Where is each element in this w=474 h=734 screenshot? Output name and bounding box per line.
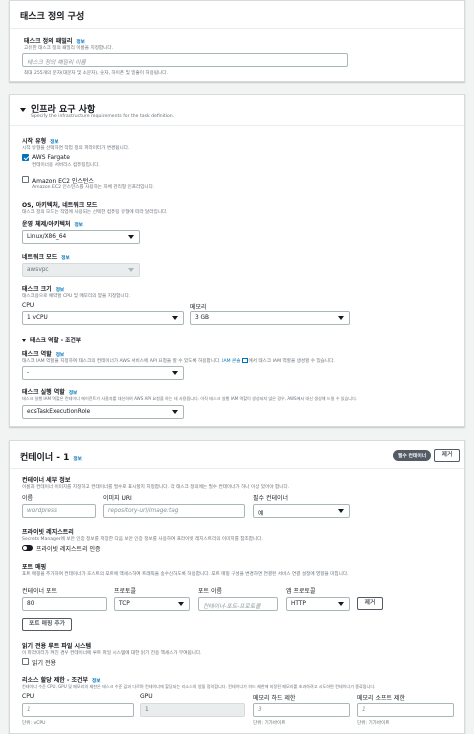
private-registry-label: 프라이빗 레지스트리 (22, 529, 74, 536)
readonly-fs-label: 읽기 전용 루트 파일 시스템 (22, 643, 92, 650)
port-mapping-label: 포트 매핑 (22, 564, 47, 571)
network-mode-label: 네트워크 모드 정보 (22, 254, 70, 261)
external-link-icon (241, 358, 248, 363)
network-mode-select: awsvpc (22, 263, 140, 277)
port-mapping-desc: 포트 매핑을 추가하여 컨테이너가 호스트의 포트에 액세스하여 트래픽을 송수… (22, 572, 349, 577)
exec-role-select[interactable]: ecsTaskExecutionRole (22, 405, 184, 419)
chevron-down-icon (338, 509, 344, 513)
chevron-down-icon (338, 602, 344, 606)
res-gpu-label: GPU (140, 693, 153, 700)
chevron-down-icon (128, 268, 134, 272)
essential-label: 필수 컨테이너 (253, 495, 289, 502)
family-help: 최대 255개의 문자(대문자 및 소문자), 숫자, 하이픈 및 밑줄이 허용… (24, 71, 168, 76)
family-input[interactable]: 태스크 정의 패밀리 이름 (22, 53, 348, 67)
name-input[interactable]: wordpress (22, 504, 96, 518)
resource-limits-label: 리소스 할당 제한 - 조건부 정보 (22, 677, 101, 684)
protocol-select[interactable]: TCP (114, 597, 190, 611)
collapse-icon (22, 339, 26, 342)
protocol-label: 프로토콜 (114, 588, 137, 595)
info-link[interactable]: 정보 (73, 457, 81, 462)
os-desc: 태스크 정의 모드는 작업에 사용되는 선택한 컴퓨팅 유형에 따라 달라집니다… (22, 210, 168, 215)
task-role-section-toggle[interactable]: 태스크 역할 - 조건부 (22, 335, 81, 344)
chevron-down-icon (172, 410, 178, 414)
chevron-down-icon (172, 316, 178, 320)
details-desc: 이름과 컨테이너 이미지를 지정하고 컨테이너를 필수로 표시할지 지정합니다.… (22, 485, 290, 490)
app-protocol-label: 앱 프로토콜 (286, 588, 316, 595)
task-size-label: 태스크 크기 정보 (22, 286, 65, 293)
port-name-input[interactable]: 컨테이너-포트-프로토콜 (198, 597, 278, 611)
image-input[interactable]: repository-url/image:tag (103, 504, 245, 518)
launch-type-label: 시작 유형 정보 (22, 138, 59, 145)
family-label: 태스크 정의 패밀리 정보 (24, 38, 85, 45)
readonly-fs-desc: 이 파라미터가 켜진 경우 컨테이너에 루트 파일 시스템에 대한 읽기 전용 … (22, 651, 202, 656)
res-cpu-label: CPU (22, 693, 35, 700)
os-arch-label: 운영 체제/아키텍처 정보 (22, 221, 83, 228)
private-registry-desc: Secrets Manager에 보안 인증 정보를 저장한 다음 보안 인증 … (22, 537, 263, 542)
name-label: 이름 (22, 495, 34, 502)
res-mem-soft-unit: 단위: 기가바이트 (357, 721, 390, 726)
res-mem-hard-label: 메모리 하드 제한 (253, 695, 296, 702)
resource-limits-desc: 컨테이너 수준 CPU, GPU 및 메모리의 제한은 태스크 수준 값과 다르… (22, 684, 376, 689)
chevron-down-icon (128, 235, 134, 239)
fargate-checkbox[interactable] (22, 154, 29, 161)
readonly-checkbox-label: 읽기 전용 (32, 660, 56, 667)
cpu-select[interactable]: 1 vCPU (22, 311, 184, 325)
container-port-label: 컨테이너 포트 (22, 588, 58, 595)
task-role-select[interactable]: - (22, 366, 184, 380)
task-definition-config-panel: 태스크 정의 구성 태스크 정의 패밀리 정보 고유한 태스크 정의 패밀리 이름… (9, 0, 465, 82)
task-role-desc: 태스크 IAM 역할을 지정하여 태스크의 컨테이너가 AWS 서비스에 API… (22, 358, 335, 364)
res-mem-soft-input[interactable]: 1 (357, 703, 454, 717)
os-arch-select[interactable]: Linux/X86_64 (22, 230, 140, 244)
task-role-label: 태스크 역할 정보 (22, 351, 65, 358)
container-port-input[interactable]: 80 (22, 597, 107, 611)
details-label: 컨테이너 세부 정보 (22, 477, 71, 484)
res-mem-hard-input[interactable]: 3 (253, 703, 350, 717)
infrastructure-panel: 인프라 요구 사항 Specify the infrastructure req… (9, 94, 465, 427)
private-registry-toggle[interactable] (22, 545, 33, 551)
collapse-icon (20, 107, 26, 112)
res-cpu-input[interactable]: 1 (22, 703, 134, 717)
iam-console-link[interactable]: IAM 콘솔 (222, 359, 240, 364)
info-link[interactable]: 정보 (74, 223, 82, 228)
ec2-checkbox[interactable] (22, 176, 29, 183)
cpu-label: CPU (22, 302, 35, 309)
remove-port-button[interactable]: 제거 (357, 597, 383, 610)
res-gpu-input: 1 (140, 703, 245, 717)
chevron-down-icon (172, 371, 178, 375)
remove-container-button[interactable]: 제거 (434, 449, 460, 462)
essential-container-badge: 필수 컨테이너 (393, 450, 432, 461)
divider (10, 468, 464, 469)
ec2-desc: Amazon EC2 인스턴스를 사용하는 자체 관리형 인프라입니다. (32, 185, 155, 190)
res-mem-hard-unit: 단위: 기가바이트 (253, 721, 286, 726)
app-protocol-select[interactable]: HTTP (286, 597, 350, 611)
fargate-desc: 컨테이너용 서버리스 컴퓨팅입니다. (32, 163, 100, 168)
image-label: 이미지 URI (103, 495, 132, 502)
infra-desc: Specify the infrastructure requirements … (31, 114, 175, 119)
exec-role-desc: 태스크 실행 IAM 역할은 컨테이너 에이전트가 사용자를 대신하여 AWS … (22, 396, 358, 401)
essential-select[interactable]: 예 (253, 504, 350, 518)
launch-type-desc: 시작 유형을 선택하면 작업 정의 파라미터가 변경됩니다. (22, 146, 130, 151)
panel-title: 태스크 정의 구성 (20, 12, 85, 22)
container-title: 컨테이너 - 1 정보 (20, 453, 82, 463)
port-name-label: 포트 이름 (198, 588, 222, 595)
fargate-label: AWS Fargate (32, 154, 70, 161)
info-link[interactable]: 정보 (61, 256, 69, 261)
exec-role-label: 태스크 실행 역할 정보 (22, 389, 78, 396)
add-port-mapping-button[interactable]: 포트 매핑 추가 (22, 618, 72, 631)
chevron-down-icon (178, 602, 184, 606)
res-cpu-unit: 단위: vCPU (22, 721, 46, 726)
memory-select[interactable]: 3 GB (190, 311, 350, 325)
res-mem-soft-label: 메모리 소프트 제한 (357, 695, 405, 702)
task-size-desc: 태스크용으로 예약할 CPU 및 메모리의 양을 지정합니다. (22, 294, 131, 299)
os-label: OS, 아키텍처, 네트워크 모드 (22, 202, 98, 209)
readonly-checkbox[interactable] (22, 658, 29, 665)
divider (10, 28, 464, 29)
chevron-down-icon (338, 316, 344, 320)
memory-label: 메모리 (190, 304, 207, 311)
divider (10, 125, 464, 126)
private-registry-toggle-label: 프라이빗 레지스트리 인증 (36, 546, 101, 553)
container-panel: 컨테이너 - 1 정보 필수 컨테이너 제거 컨테이너 세부 정보 이름과 컨테이… (9, 440, 465, 734)
family-desc: 고유한 태스크 정의 패밀리 이름을 지정합니다. (24, 46, 114, 51)
